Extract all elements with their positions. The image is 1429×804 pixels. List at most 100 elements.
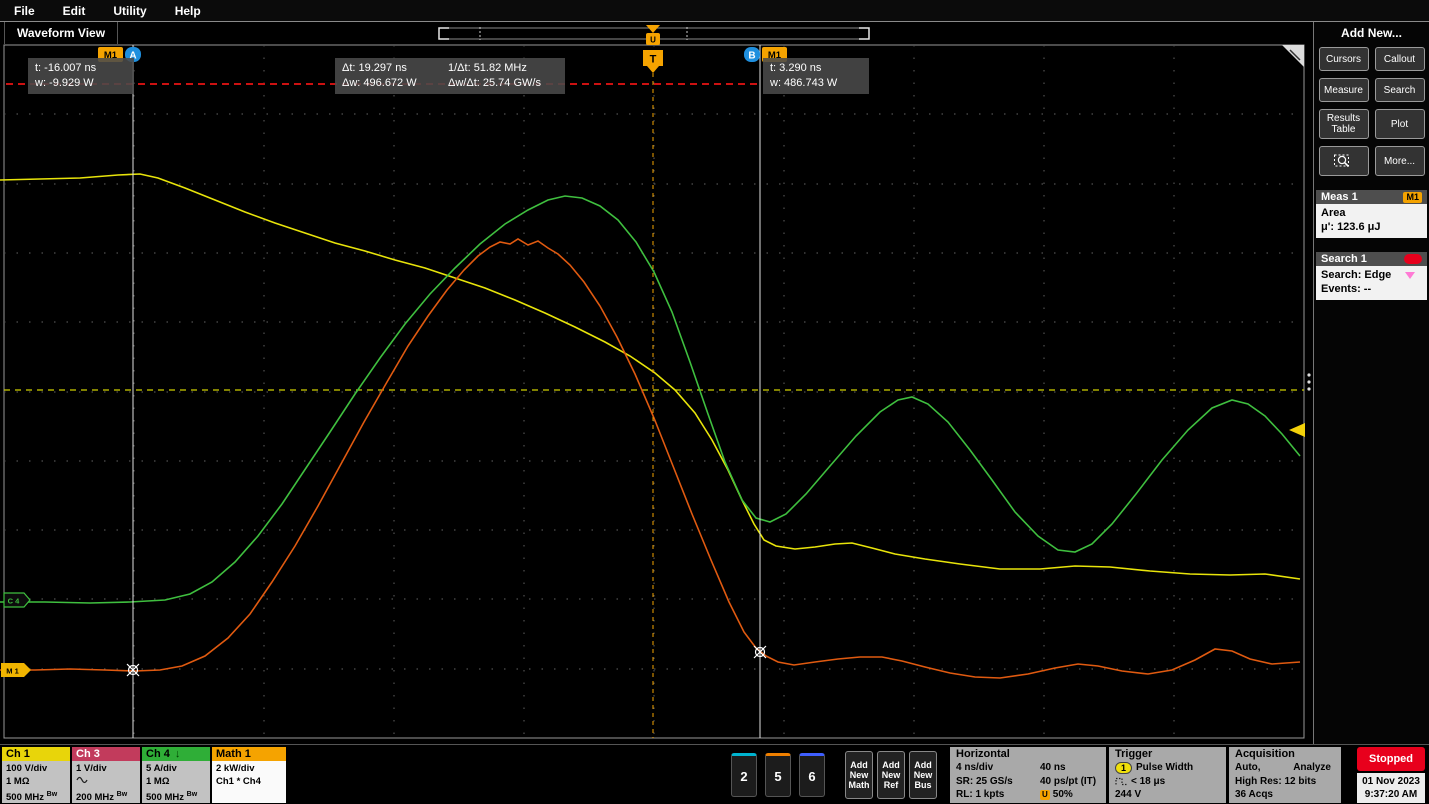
search-button[interactable]: Search	[1375, 78, 1425, 102]
acquisition-analyze: Analyze	[1293, 761, 1331, 775]
math1-badge[interactable]: Math 1 2 kW/div Ch1 * Ch4	[212, 747, 286, 803]
search1-count-badge	[1404, 254, 1422, 264]
zoom-mode-button[interactable]	[1319, 146, 1369, 176]
ch4-bw-suffix: Bw	[187, 791, 198, 798]
ch5-add-button[interactable]: 5	[765, 753, 791, 797]
acquisition-title: Acquisition	[1229, 747, 1341, 761]
delta-w: Δw: 496.672 W	[342, 76, 448, 91]
trigger-panel[interactable]: Trigger 1 Pulse Width < 18 μs 244 V	[1109, 747, 1226, 803]
menu-help[interactable]: Help	[175, 4, 201, 18]
more-button[interactable]: More...	[1375, 146, 1425, 176]
math1-badge-body: 2 kW/div Ch1 * Ch4	[212, 761, 286, 803]
sine-wave-icon	[76, 776, 90, 784]
search1-header[interactable]: Search 1	[1316, 252, 1427, 266]
trigger-source-badge: 1	[1115, 762, 1132, 774]
search1-events: Events: --	[1321, 282, 1422, 296]
add-new-bus-l2: New	[914, 770, 933, 780]
ch4-badge-body: 5 A/div 1 MΩ 500 MHz Bw	[142, 761, 210, 803]
callout-button[interactable]: Callout	[1375, 47, 1425, 71]
menu-bar: File Edit Utility Help	[0, 0, 1429, 22]
settings-bar: Ch 1 100 V/div 1 MΩ 500 MHz Bw Ch 3 1 V/…	[0, 744, 1429, 804]
inverse-delta-t: 1/Δt: 51.82 MHz	[448, 62, 527, 74]
ch3-name: Ch 3	[76, 748, 100, 760]
results-bar: Add New... Cursors Callout Measure Searc…	[1313, 22, 1429, 744]
trigger-title: Trigger	[1109, 747, 1226, 761]
horizontal-title: Horizontal	[950, 747, 1106, 761]
add-new-ref-button[interactable]: Add New Ref	[877, 751, 905, 799]
horizontal-resolution: 40 ps/pt (IT)	[1040, 775, 1096, 789]
plot-button[interactable]: Plot	[1375, 109, 1425, 139]
ch3-bw-suffix: Bw	[117, 791, 128, 798]
run-stop-button[interactable]: Stopped	[1357, 747, 1425, 771]
ch1-name: Ch 1	[6, 748, 30, 760]
trigger-condition: < 18 μs	[1131, 775, 1165, 789]
cursor-b-marker	[754, 646, 766, 658]
cursor-a-time: t: -16.007 ns	[35, 61, 127, 76]
oscilloscope-screen: File Edit Utility Help Waveform View	[0, 0, 1429, 804]
horizontal-scale: 4 ns/div	[956, 761, 1040, 775]
ch4-badge[interactable]: Ch 4↓ 5 A/div 1 MΩ 500 MHz Bw	[142, 747, 210, 803]
search1-type: Search: Edge	[1321, 268, 1391, 282]
menu-edit[interactable]: Edit	[63, 4, 86, 18]
cursor-b-time: t: 3.290 ns	[770, 61, 862, 76]
ch4-clip-arrow-icon: ↓	[175, 748, 181, 760]
ch1-badge-body: 100 V/div 1 MΩ 500 MHz Bw	[2, 761, 70, 803]
add-new-bus-button[interactable]: Add New Bus	[909, 751, 937, 799]
ch4-impedance: 1 MΩ	[146, 775, 210, 788]
add-new-bus-l1: Add	[914, 760, 932, 770]
cursor-a-readout: t: -16.007 ns w: -9.929 W	[28, 58, 134, 94]
add-new-math-button[interactable]: Add New Math	[845, 751, 873, 799]
trigger-flag-label: T	[650, 54, 657, 66]
cursor-b-value: w: 486.743 W	[770, 76, 862, 91]
measure-button[interactable]: Measure	[1319, 78, 1369, 102]
ch4-badge-header: Ch 4↓	[142, 747, 210, 761]
search1-title: Search 1	[1321, 253, 1367, 265]
date: 01 Nov 2023	[1357, 775, 1425, 788]
ch4-reference-flag[interactable]: C 4	[4, 593, 30, 607]
ch1-impedance: 1 MΩ	[6, 775, 70, 788]
search1-panel[interactable]: Search 1 Search: Edge Events: --	[1316, 252, 1427, 300]
meas1-header[interactable]: Meas 1 M1	[1316, 190, 1427, 204]
add-new-bus-l3: Bus	[914, 780, 931, 790]
ch4-scale: 5 A/div	[146, 762, 210, 775]
delta-t: Δt: 19.297 ns	[342, 61, 448, 76]
math1-flag-label: M 1	[6, 667, 19, 676]
horizontal-panel[interactable]: Horizontal 4 ns/div 40 ns SR: 25 GS/s 40…	[950, 747, 1106, 803]
meas1-panel[interactable]: Meas 1 M1 Area μ': 123.6 μJ	[1316, 190, 1427, 238]
acquisition-panel[interactable]: Acquisition Auto, Analyze High Res: 12 b…	[1229, 747, 1341, 803]
time: 9:37:20 AM	[1357, 788, 1425, 801]
ch1-bandwidth: 500 MHz	[6, 792, 44, 803]
ch6-add-button[interactable]: 6	[799, 753, 825, 797]
waveform-plot: U T M1 A B M1 C 4	[0, 22, 1312, 744]
horizontal-window: 40 ns	[1040, 761, 1066, 775]
vertical-dots-icon[interactable]	[1307, 373, 1310, 390]
ch2-add-button[interactable]: 2	[731, 753, 757, 797]
cursor-b-readout: t: 3.290 ns w: 486.743 W	[763, 58, 869, 94]
ch3-badge-body: 1 V/div 200 MHz Bw	[72, 761, 140, 803]
meas1-title: Meas 1	[1321, 191, 1358, 203]
horizontal-position: 50%	[1053, 788, 1073, 802]
ch1-bw-suffix: Bw	[47, 791, 58, 798]
waveform-view: Waveform View	[0, 22, 1312, 744]
date-time: 01 Nov 2023 9:37:20 AM	[1357, 773, 1425, 803]
menu-utility[interactable]: Utility	[113, 4, 146, 18]
cursors-button[interactable]: Cursors	[1319, 47, 1369, 71]
meas1-name: Area	[1321, 206, 1422, 220]
add-new-title: Add New...	[1314, 26, 1429, 40]
math1-scale: 2 kW/div	[216, 762, 286, 775]
ch3-scale: 1 V/div	[76, 762, 140, 775]
cursor-b-badge: B	[748, 51, 755, 62]
acquisition-count: 36 Acqs	[1235, 788, 1273, 802]
menu-file[interactable]: File	[14, 4, 35, 18]
ch1-scale: 100 V/div	[6, 762, 70, 775]
ch4-flag-label: C 4	[8, 597, 21, 606]
add-new-ref-l3: Ref	[884, 780, 899, 790]
trigger-level: 244 V	[1115, 788, 1141, 802]
horizontal-sample-rate: SR: 25 GS/s	[956, 775, 1040, 789]
ch3-badge[interactable]: Ch 3 1 V/div 200 MHz Bw	[72, 747, 140, 803]
horizontal-record-length: RL: 1 kpts	[956, 788, 1040, 802]
waveform-view-tab[interactable]: Waveform View	[4, 22, 118, 44]
results-table-button[interactable]: Results Table	[1319, 109, 1369, 139]
ch1-badge[interactable]: Ch 1 100 V/div 1 MΩ 500 MHz Bw	[2, 747, 70, 803]
magnifier-zoom-icon	[1333, 152, 1355, 170]
